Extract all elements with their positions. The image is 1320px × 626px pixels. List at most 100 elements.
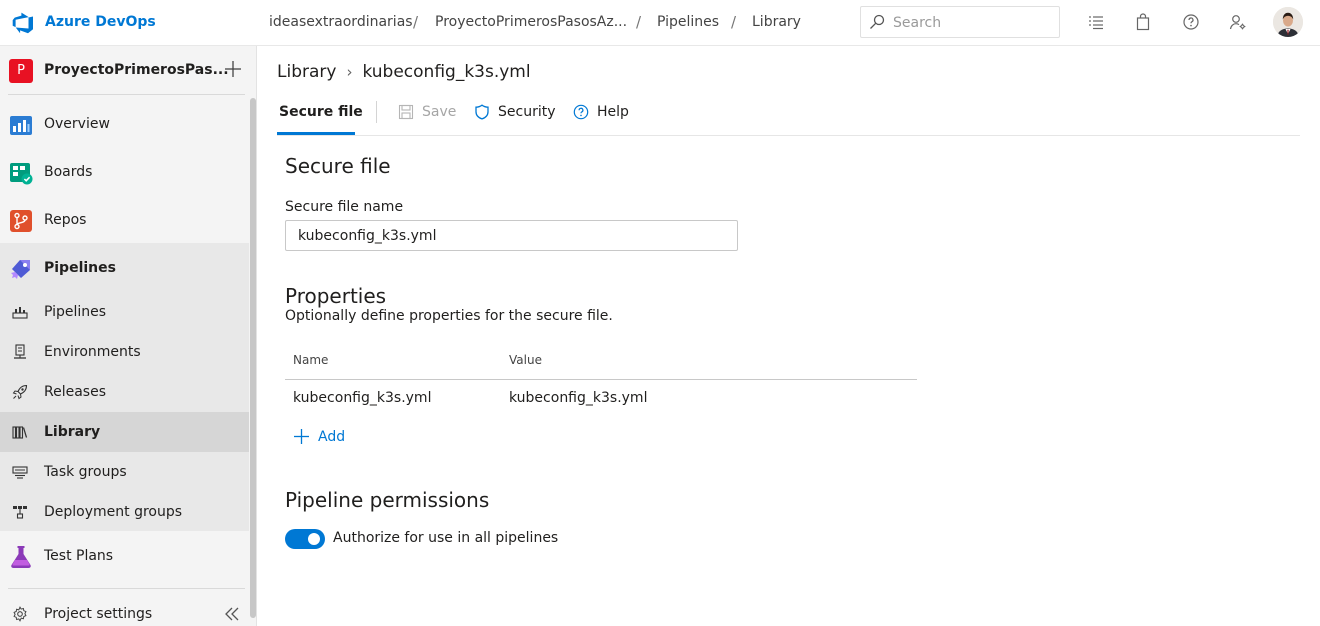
main-content: Library › kubeconfig_k3s.yml Secure file S… (257, 46, 1320, 626)
user-avatar[interactable] (1273, 7, 1303, 37)
sidebar-item-label: Task groups (44, 464, 127, 480)
help-label: Help (597, 104, 629, 120)
top-bar: Azure DevOps ideasextraordinarias / Proy… (0, 0, 1320, 46)
add-label: Add (318, 429, 346, 445)
search-placeholder: Search (893, 15, 942, 31)
page-breadcrumb-library[interactable]: Library (277, 62, 336, 82)
task-groups-icon (12, 466, 28, 479)
tab-secure-file[interactable]: Secure file (279, 104, 363, 120)
chevron-right-icon: › (346, 63, 353, 81)
project-settings[interactable]: Project settings (0, 594, 249, 626)
gear-icon (13, 606, 27, 622)
secure-file-name-input[interactable] (298, 228, 718, 244)
project-settings-label: Project settings (44, 606, 153, 622)
help-circle-icon (573, 104, 589, 120)
breadcrumb-separator: / (731, 13, 737, 31)
sidebar-item-label: Deployment groups (44, 504, 183, 520)
save-icon (398, 104, 414, 120)
pipelines-sub-icon (12, 307, 28, 319)
breadcrumb-separator: / (413, 13, 419, 31)
sidebar-item-label: Releases (44, 384, 106, 400)
page-breadcrumb: Library › kubeconfig_k3s.yml (277, 62, 531, 82)
save-button[interactable]: Save (398, 104, 458, 122)
sidebar-item-test-plans[interactable]: Test Plans (0, 536, 249, 576)
section-title-properties: Properties (285, 284, 387, 308)
toggle-knob (308, 533, 320, 545)
marketplace-bag-icon[interactable] (1134, 13, 1152, 31)
table-header-divider (285, 379, 917, 380)
user-settings-icon[interactable] (1229, 13, 1247, 31)
sidebar-item-library[interactable]: Library (0, 412, 249, 452)
page-breadcrumb-current: kubeconfig_k3s.yml (362, 62, 531, 82)
sidebar-divider (8, 588, 245, 589)
azure-devops-logo-icon[interactable] (12, 12, 34, 34)
library-icon (12, 426, 28, 439)
list-settings-icon[interactable] (1087, 13, 1105, 31)
sidebar-item-label: Pipelines (44, 260, 116, 276)
rocket-icon (12, 384, 28, 400)
collapse-sidebar-icon[interactable] (223, 605, 241, 623)
sidebar-item-label: Overview (44, 116, 110, 132)
sidebar-item-label: Library (44, 424, 101, 440)
help-button[interactable]: Help (573, 104, 633, 122)
sidebar-item-releases[interactable]: Releases (0, 372, 249, 412)
tab-active-indicator (277, 132, 355, 135)
security-label: Security (498, 104, 556, 120)
boards-icon (10, 163, 33, 185)
property-value-cell[interactable]: kubeconfig_k3s.yml (509, 390, 647, 406)
sidebar-scrollbar[interactable] (250, 98, 256, 618)
project-name[interactable]: ProyectoPrimerosPas... (44, 62, 229, 78)
breadcrumb-pipelines[interactable]: Pipelines (657, 14, 719, 30)
deployment-groups-icon (13, 506, 27, 519)
overview-icon (10, 116, 32, 135)
add-new-icon[interactable] (223, 59, 243, 79)
secure-file-name-field[interactable] (285, 220, 738, 251)
sidebar-divider (8, 94, 245, 95)
property-name-cell[interactable]: kubeconfig_k3s.yml (293, 390, 431, 406)
repos-icon (10, 210, 32, 232)
sidebar-item-label: Environments (44, 344, 141, 360)
test-plans-icon (11, 546, 31, 568)
authorize-label: Authorize for use in all pipelines (333, 530, 559, 546)
section-title-secure-file: Secure file (285, 154, 391, 178)
properties-description: Optionally define properties for the sec… (285, 308, 613, 324)
save-label: Save (422, 104, 457, 120)
breadcrumb-project[interactable]: ProyectoPrimerosPasosAz... (435, 14, 627, 30)
project-badge: P (9, 59, 33, 83)
sidebar-item-label: Pipelines (44, 304, 107, 320)
column-header-name[interactable]: Name (293, 353, 328, 367)
sidebar-item-overview[interactable]: Overview (0, 104, 249, 144)
breadcrumb-library[interactable]: Library (752, 14, 801, 30)
sidebar-item-boards[interactable]: Boards (0, 152, 249, 192)
sidebar-item-pipelines[interactable]: Pipelines (0, 292, 249, 332)
sidebar-item-environments[interactable]: Environments (0, 332, 249, 372)
breadcrumb-separator: / (636, 13, 642, 31)
sidebar-item-label: Boards (44, 164, 93, 180)
help-icon[interactable] (1182, 13, 1200, 31)
add-property-button[interactable]: Add (293, 428, 353, 448)
avatar-photo-icon (1273, 7, 1303, 37)
breadcrumb-organization[interactable]: ideasextraordinarias (269, 14, 413, 30)
security-button[interactable]: Security (474, 104, 558, 122)
brand-name[interactable]: Azure DevOps (45, 14, 156, 30)
shield-icon (475, 104, 489, 120)
sidebar-item-deployment-groups[interactable]: Deployment groups (0, 492, 249, 532)
plus-icon (294, 429, 309, 444)
sidebar-item-label: Test Plans (44, 548, 114, 564)
sidebar-item-repos[interactable]: Repos (0, 200, 249, 240)
sidebar: P ProyectoPrimerosPas... Overview Boards (0, 46, 257, 626)
section-title-pipeline-permissions: Pipeline permissions (285, 488, 490, 512)
sidebar-item-pipelines-hub[interactable]: Pipelines (0, 248, 249, 288)
column-header-value[interactable]: Value (509, 353, 542, 367)
sidebar-item-label: Repos (44, 212, 87, 228)
command-bar: Secure file Save Security Help (277, 98, 1300, 136)
search-icon (870, 14, 885, 29)
sidebar-item-task-groups[interactable]: Task groups (0, 452, 249, 492)
authorize-toggle[interactable] (285, 529, 325, 549)
environments-icon (14, 344, 26, 359)
command-separator (376, 101, 377, 123)
search-box[interactable]: Search (860, 6, 1060, 38)
pipelines-icon (11, 260, 30, 279)
project-header[interactable]: P ProyectoPrimerosPas... (0, 46, 257, 96)
secure-file-name-label: Secure file name (285, 199, 404, 215)
